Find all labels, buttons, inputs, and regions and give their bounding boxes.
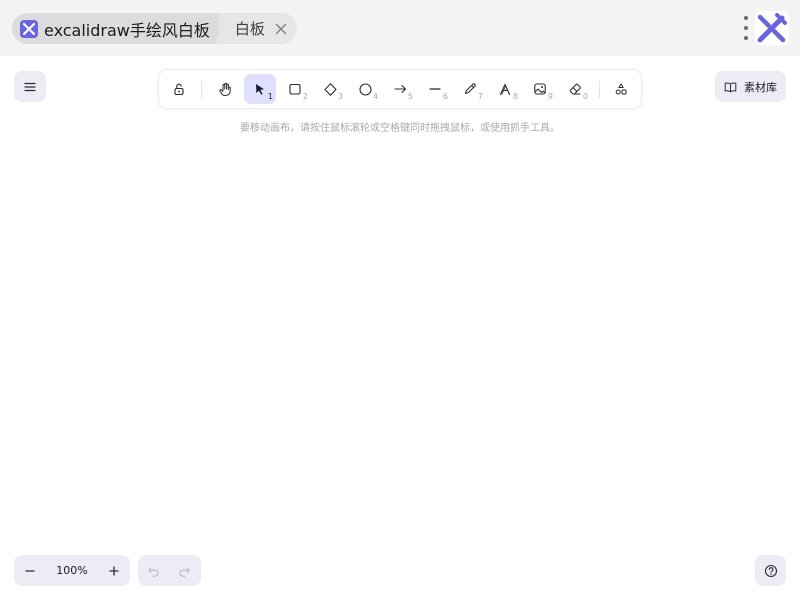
toolbar-divider xyxy=(201,81,202,98)
arrow-right-icon xyxy=(393,84,406,94)
tool-more-shapes[interactable] xyxy=(605,74,637,104)
eraser-icon xyxy=(569,83,581,95)
tab-bar: excalidraw手绘风白板 白板 xyxy=(0,0,800,56)
main-menu-button[interactable] xyxy=(14,71,46,102)
shapes-toolbar: 1 2 3 4 5 6 7 8 9 0 xyxy=(159,70,641,108)
tool-shortcut: 2 xyxy=(302,92,308,101)
redo-button[interactable] xyxy=(169,555,200,586)
tool-shortcut: 0 xyxy=(582,92,588,101)
shapes-icon xyxy=(615,83,627,95)
tab-group: excalidraw手绘风白板 白板 xyxy=(12,13,297,44)
tool-image[interactable]: 9 xyxy=(524,74,556,104)
hamburger-icon xyxy=(24,82,36,91)
tool-pencil[interactable]: 7 xyxy=(454,74,486,104)
tab-whiteboard[interactable]: 白板 xyxy=(215,13,297,44)
book-icon xyxy=(724,82,737,92)
tool-shortcut: 1 xyxy=(267,92,273,101)
app-logo-icon xyxy=(755,11,789,45)
pencil-icon xyxy=(464,83,476,95)
zoom-out-button[interactable] xyxy=(14,555,46,586)
help-button[interactable] xyxy=(755,555,786,586)
tool-shortcut: 3 xyxy=(337,92,343,101)
rectangle-icon xyxy=(289,83,301,95)
tool-shortcut: 4 xyxy=(372,92,378,101)
tool-hand[interactable] xyxy=(209,74,241,104)
drawing-canvas[interactable] xyxy=(0,56,800,600)
text-icon xyxy=(499,83,510,95)
tool-diamond[interactable]: 3 xyxy=(314,74,346,104)
tool-shortcut: 7 xyxy=(477,92,483,101)
minus-icon xyxy=(25,569,35,572)
tab-excalidraw[interactable]: excalidraw手绘风白板 xyxy=(12,13,225,44)
undo-icon xyxy=(148,566,159,577)
tool-selection[interactable]: 1 xyxy=(244,74,276,104)
tool-line[interactable]: 6 xyxy=(419,74,451,104)
tab-second-label: 白板 xyxy=(234,20,265,38)
tool-text[interactable]: 8 xyxy=(489,74,521,104)
kebab-dot xyxy=(744,36,748,40)
undo-button[interactable] xyxy=(138,555,169,586)
plus-icon xyxy=(109,565,119,576)
library-button[interactable]: 素材库 xyxy=(715,71,786,102)
toolbar-divider xyxy=(599,81,600,98)
tool-ellipse[interactable]: 4 xyxy=(349,74,381,104)
tool-shortcut: 9 xyxy=(547,92,553,101)
tool-rectangle[interactable]: 2 xyxy=(279,74,311,104)
lock-open-icon xyxy=(174,83,184,96)
pointer-arrow-icon xyxy=(256,84,264,95)
tab-title: excalidraw手绘风白板 xyxy=(44,20,210,40)
tool-shortcut: 5 xyxy=(407,92,413,101)
redo-icon xyxy=(179,566,190,577)
ellipse-icon xyxy=(358,82,372,96)
help-icon xyxy=(764,564,777,577)
zoom-in-button[interactable] xyxy=(98,555,130,586)
tool-shortcut: 6 xyxy=(442,92,448,101)
zoom-level[interactable]: 100% xyxy=(46,564,98,577)
line-icon xyxy=(429,88,441,90)
kebab-dot xyxy=(744,26,748,30)
zoom-controls: 100% xyxy=(14,555,130,586)
tool-shortcut: 8 xyxy=(512,92,518,101)
kebab-dot xyxy=(744,16,748,20)
image-icon xyxy=(534,83,546,95)
tool-arrow[interactable]: 5 xyxy=(384,74,416,104)
diamond-icon xyxy=(323,82,337,96)
tool-lock[interactable] xyxy=(163,74,195,104)
history-controls xyxy=(138,555,201,586)
tool-eraser[interactable]: 0 xyxy=(559,74,591,104)
canvas-hint: 要移动画布，请按住鼠标滚轮或空格键同时拖拽鼠标，或使用抓手工具。 xyxy=(240,123,560,134)
more-menu-icon[interactable] xyxy=(741,14,751,42)
excalidraw-logo-icon xyxy=(20,19,38,38)
library-label: 素材库 xyxy=(744,80,777,94)
close-icon[interactable] xyxy=(273,21,289,37)
hand-icon xyxy=(218,82,231,96)
